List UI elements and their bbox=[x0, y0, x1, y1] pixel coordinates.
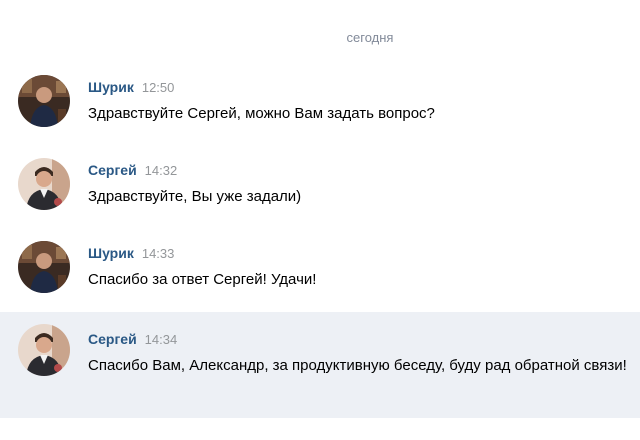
chat-history: сегодня Шурик 12:50 Здравствуйте Сергей, … bbox=[0, 0, 640, 440]
avatar-shurik[interactable] bbox=[18, 75, 70, 127]
author-name[interactable]: Сергей bbox=[88, 162, 137, 178]
date-divider: сегодня bbox=[346, 30, 394, 45]
author-name[interactable]: Шурик bbox=[88, 79, 134, 95]
message-item: Шурик 14:33 Спасибо за ответ Сергей! Удач… bbox=[0, 238, 640, 302]
message-time[interactable]: 14:34 bbox=[145, 332, 178, 347]
message-time[interactable]: 12:50 bbox=[142, 80, 175, 95]
author-name[interactable]: Сергей bbox=[88, 331, 137, 347]
message-text: Спасибо Вам, Александр, за продуктивную … bbox=[88, 357, 627, 374]
message-header: Сергей 14:34 bbox=[88, 330, 177, 349]
message-header: Сергей 14:32 bbox=[88, 161, 177, 180]
message-text: Здравствуйте Сергей, можно Вам задать во… bbox=[88, 105, 435, 122]
message-header: Шурик 14:33 bbox=[88, 244, 174, 263]
message-header: Шурик 12:50 bbox=[88, 78, 174, 97]
message-time[interactable]: 14:33 bbox=[142, 246, 175, 261]
message-text: Спасибо за ответ Сергей! Удачи! bbox=[88, 271, 317, 288]
avatar-sergey[interactable] bbox=[18, 158, 70, 210]
message-item: Сергей 14:32 Здравствуйте, Вы уже задали) bbox=[0, 155, 640, 219]
avatar-shurik[interactable] bbox=[18, 241, 70, 293]
message-item: Шурик 12:50 Здравствуйте Сергей, можно Ва… bbox=[0, 72, 640, 136]
author-name[interactable]: Шурик bbox=[88, 245, 134, 261]
message-item-highlighted: Сергей 14:34 Спасибо Вам, Александр, за п… bbox=[0, 312, 640, 418]
avatar-sergey[interactable] bbox=[18, 324, 70, 376]
message-time[interactable]: 14:32 bbox=[145, 163, 178, 178]
message-text: Здравствуйте, Вы уже задали) bbox=[88, 188, 302, 205]
